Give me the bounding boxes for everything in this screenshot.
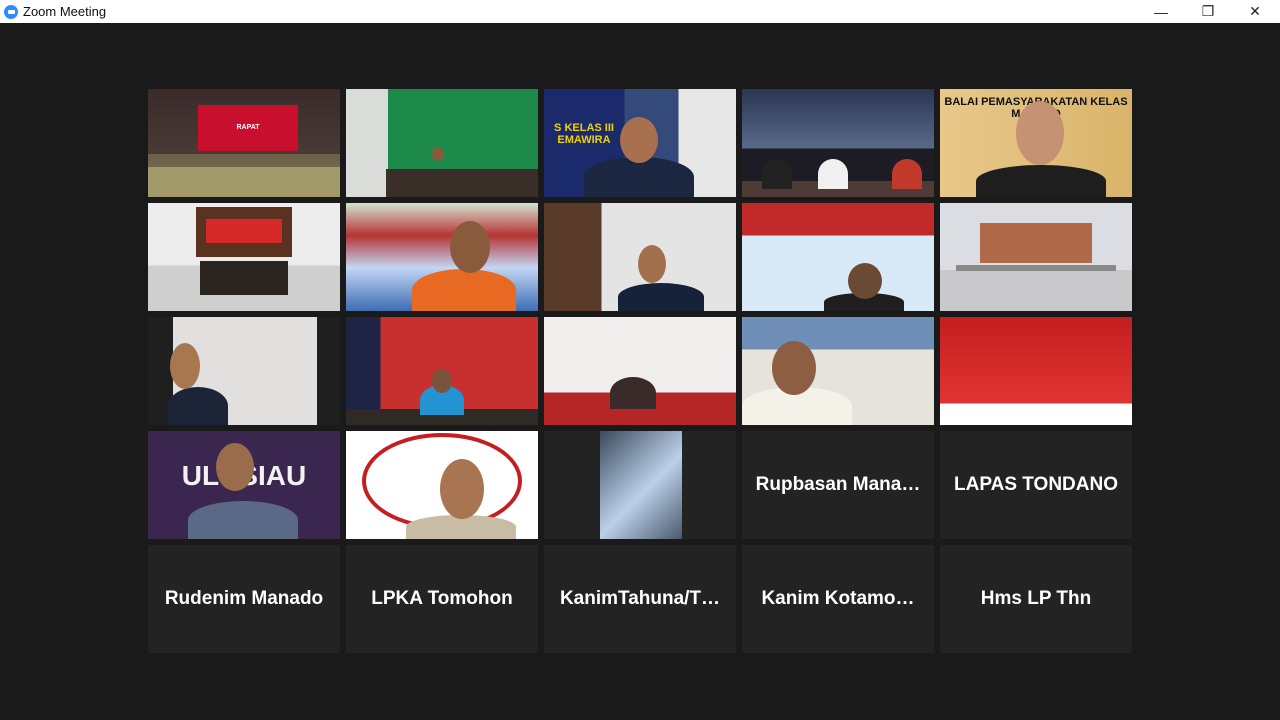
participant-video-tile[interactable]: [940, 203, 1132, 311]
participant-video-tile[interactable]: [346, 317, 538, 425]
participant-name-tile[interactable]: LAPAS TONDANO: [940, 431, 1132, 539]
participant-video-tile[interactable]: [742, 89, 934, 197]
gallery-view: RAPAT S KELAS III EMAWIRA BALAI PEMASYAR…: [0, 23, 1280, 720]
background-text: S KELAS III EMAWIRA: [554, 121, 614, 146]
participant-name: Kanim Kotamo…: [761, 588, 915, 609]
restore-button[interactable]: ❐: [1185, 0, 1231, 23]
active-speaker-tile[interactable]: [148, 203, 340, 311]
participant-video-tile[interactable]: [346, 203, 538, 311]
participant-video-tile[interactable]: BALAI PEMASYARAKATAN KELAS MANADO: [940, 89, 1132, 197]
participant-name-tile[interactable]: Kanim Kotamo…: [742, 545, 934, 653]
participant-video-tile[interactable]: [742, 203, 934, 311]
meeting-banner: RAPAT: [198, 105, 298, 151]
participant-name: LAPAS TONDANO: [954, 474, 1118, 495]
participant-video-tile[interactable]: [346, 431, 538, 539]
participant-video-tile[interactable]: [742, 317, 934, 425]
participant-name: Rupbasan Mana…: [755, 474, 921, 495]
participant-video-tile[interactable]: [544, 431, 736, 539]
participant-video-tile[interactable]: [544, 203, 736, 311]
participant-name-tile[interactable]: KanimTahuna/T…: [544, 545, 736, 653]
participant-name: Rudenim Manado: [164, 588, 324, 609]
participant-video-tile[interactable]: [544, 317, 736, 425]
window-title: Zoom Meeting: [23, 4, 107, 19]
participant-video-tile[interactable]: [940, 317, 1132, 425]
participant-name-tile[interactable]: Rupbasan Mana…: [742, 431, 934, 539]
zoom-logo-icon: [4, 4, 18, 19]
participant-video-tile[interactable]: [346, 89, 538, 197]
participant-name-tile[interactable]: Hms LP Thn: [940, 545, 1132, 653]
close-button[interactable]: ✕: [1232, 0, 1278, 23]
participant-video-tile[interactable]: S KELAS III EMAWIRA: [544, 89, 736, 197]
window-titlebar: Zoom Meeting — ❐ ✕: [0, 0, 1280, 23]
participant-name: KanimTahuna/T…: [559, 588, 721, 609]
participant-video-tile[interactable]: ULUSIAU: [148, 431, 340, 539]
participant-video-tile[interactable]: [148, 317, 340, 425]
participant-name: Hms LP Thn: [980, 588, 1092, 609]
participant-video-tile[interactable]: RAPAT: [148, 89, 340, 197]
participant-name-tile[interactable]: Rudenim Manado: [148, 545, 340, 653]
minimize-button[interactable]: —: [1138, 0, 1184, 23]
participant-name-tile[interactable]: LPKA Tomohon: [346, 545, 538, 653]
participant-name: LPKA Tomohon: [371, 588, 513, 609]
